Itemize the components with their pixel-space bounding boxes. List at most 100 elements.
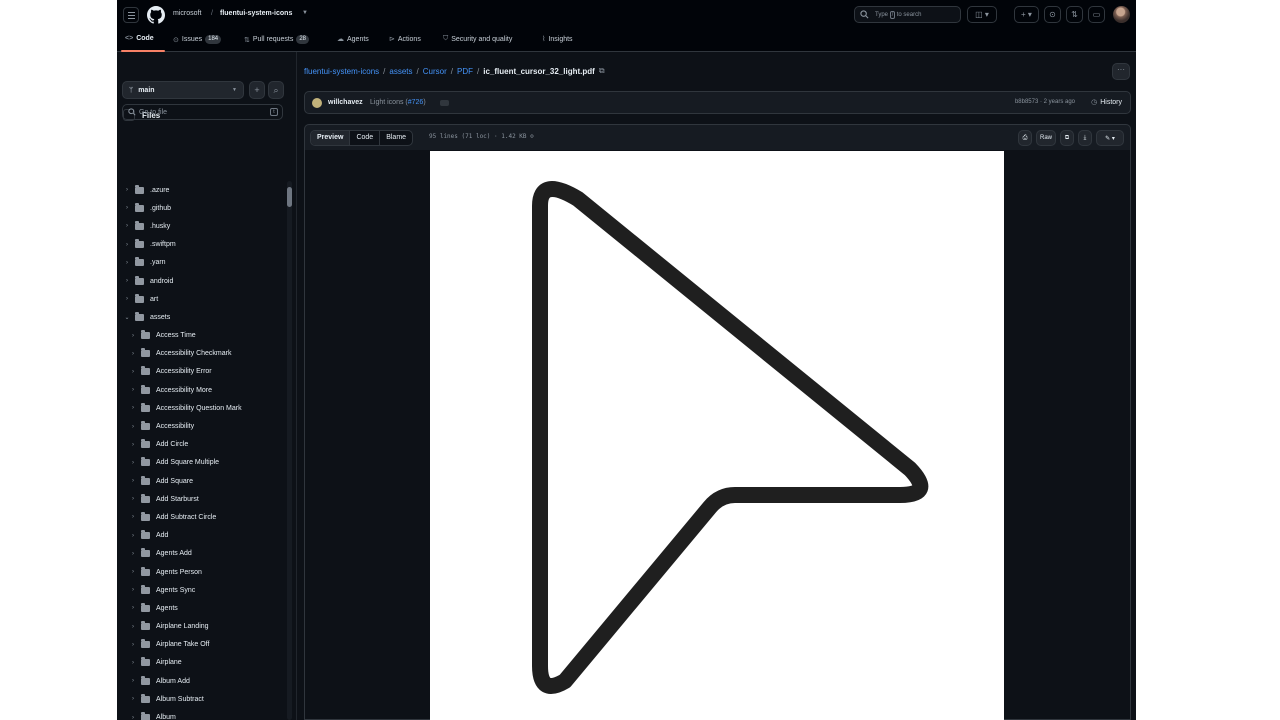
- chevron-right-icon[interactable]: ›: [123, 242, 131, 248]
- chevron-right-icon[interactable]: ›: [129, 351, 137, 357]
- tree-item[interactable]: › Airplane Landing: [117, 618, 287, 636]
- chevron-right-icon[interactable]: ›: [123, 296, 131, 302]
- copy-raw-button[interactable]: ⧉: [1060, 130, 1074, 146]
- chevron-right-icon[interactable]: ›: [129, 442, 137, 448]
- owner-link[interactable]: microsoft: [173, 10, 201, 17]
- inbox-button[interactable]: ▭: [1088, 6, 1105, 23]
- tree-item[interactable]: › .yarn: [117, 254, 287, 272]
- chevron-right-icon[interactable]: ›: [129, 496, 137, 502]
- go-to-file-input[interactable]: Go to file t: [122, 104, 283, 120]
- chevron-right-icon[interactable]: ›: [129, 678, 137, 684]
- chevron-right-icon[interactable]: ›: [123, 187, 131, 193]
- chevron-right-icon[interactable]: ›: [129, 642, 137, 648]
- tree-item[interactable]: › Album Subtract: [117, 690, 287, 708]
- tree-item[interactable]: › Add Circle: [117, 436, 287, 454]
- chevron-right-icon[interactable]: ›: [129, 569, 137, 575]
- search-files-button[interactable]: ⌕: [268, 81, 284, 99]
- tree-item[interactable]: › Accessibility Error: [117, 363, 287, 381]
- add-file-button[interactable]: +: [249, 81, 265, 99]
- tree-item[interactable]: › Add: [117, 527, 287, 545]
- tree-item[interactable]: › android: [117, 272, 287, 290]
- more-options-button[interactable]: ···: [1112, 63, 1130, 80]
- edit-button[interactable]: ✎ ▾: [1096, 130, 1124, 146]
- tab-code-view[interactable]: Code: [350, 131, 381, 145]
- breadcrumb-assets[interactable]: assets: [389, 67, 412, 76]
- tab-issues[interactable]: ⊙ Issues 184: [173, 35, 222, 44]
- author-avatar[interactable]: [312, 98, 322, 108]
- create-new-button[interactable]: + ▾: [1014, 6, 1039, 23]
- tree-item[interactable]: › .swiftpm: [117, 236, 287, 254]
- tree-item[interactable]: › Accessibility Checkmark: [117, 345, 287, 363]
- scrollbar-thumb[interactable]: [287, 187, 292, 207]
- tree-item[interactable]: › Airplane Take Off: [117, 636, 287, 654]
- tree-item[interactable]: › Album Add: [117, 672, 287, 690]
- chevron-right-icon[interactable]: ›: [129, 624, 137, 630]
- history-button[interactable]: ◷ History: [1091, 98, 1122, 107]
- tab-security[interactable]: ⛉ Security and quality: [443, 35, 512, 43]
- pull-requests-button[interactable]: ⇅: [1066, 6, 1083, 23]
- tab-blame[interactable]: Blame: [380, 131, 412, 145]
- tree-item[interactable]: › Add Starburst: [117, 490, 287, 508]
- tree-item[interactable]: › .azure: [117, 181, 287, 199]
- repo-link[interactable]: fluentui-system-icons: [220, 10, 292, 17]
- tree-item[interactable]: › Agents Person: [117, 563, 287, 581]
- branch-selector[interactable]: ᛘ main ▼: [122, 81, 244, 99]
- tree-item[interactable]: › Agents: [117, 599, 287, 617]
- pull-request-link[interactable]: #726: [408, 99, 424, 106]
- chevron-right-icon[interactable]: ›: [129, 387, 137, 393]
- tree-item[interactable]: › Add Square Multiple: [117, 454, 287, 472]
- chevron-right-icon[interactable]: ›: [129, 405, 137, 411]
- tree-item[interactable]: › Airplane: [117, 654, 287, 672]
- chevron-right-icon[interactable]: ›: [129, 460, 137, 466]
- chevron-right-icon[interactable]: ›: [129, 605, 137, 611]
- ellipsis-icon[interactable]: [440, 100, 449, 106]
- chevron-right-icon[interactable]: ›: [129, 551, 137, 557]
- chevron-right-icon[interactable]: ›: [129, 333, 137, 339]
- chevron-right-icon[interactable]: ›: [123, 205, 131, 211]
- commit-meta[interactable]: b8b8573 · 2 years ago: [1015, 99, 1075, 105]
- chevron-right-icon[interactable]: ›: [129, 424, 137, 430]
- search-input[interactable]: Type / to search: [854, 6, 961, 23]
- chevron-right-icon[interactable]: ›: [123, 223, 131, 229]
- chevron-right-icon[interactable]: ›: [129, 715, 137, 720]
- tree-item[interactable]: › Accessibility Question Mark: [117, 399, 287, 417]
- tree-item[interactable]: › art: [117, 290, 287, 308]
- raw-button[interactable]: Raw: [1035, 130, 1056, 146]
- tab-code[interactable]: <> Code: [125, 35, 154, 42]
- print-button[interactable]: ⎙: [1017, 130, 1032, 146]
- breadcrumb-cursor[interactable]: Cursor: [423, 67, 447, 76]
- tree-item[interactable]: ⌄ assets: [117, 308, 287, 326]
- breadcrumb-pdf[interactable]: PDF: [457, 67, 473, 76]
- copilot-button[interactable]: ◫ ▾: [967, 6, 997, 23]
- user-avatar[interactable]: [1113, 6, 1130, 23]
- tree-item[interactable]: › Access Time: [117, 327, 287, 345]
- chevron-right-icon[interactable]: ›: [129, 660, 137, 666]
- tree-item[interactable]: › .husky: [117, 217, 287, 235]
- chevron-right-icon[interactable]: ›: [129, 587, 137, 593]
- chevron-right-icon[interactable]: ›: [129, 514, 137, 520]
- issues-button[interactable]: ⊙: [1044, 6, 1061, 23]
- tab-insights[interactable]: ⌇ Insights: [542, 35, 573, 44]
- tree-item[interactable]: › Add Subtract Circle: [117, 508, 287, 526]
- tab-pull-requests[interactable]: ⇅ Pull requests 28: [244, 35, 310, 44]
- commit-author[interactable]: willchavez: [328, 99, 363, 106]
- tree-item[interactable]: › Add Square: [117, 472, 287, 490]
- copy-icon[interactable]: ⧉: [599, 66, 605, 76]
- commit-message[interactable]: Light icons (#726): [370, 99, 426, 106]
- chevron-right-icon[interactable]: ›: [129, 478, 137, 484]
- tree-item[interactable]: › Agents Add: [117, 545, 287, 563]
- tree-item[interactable]: › .github: [117, 199, 287, 217]
- sidebar-scrollbar[interactable]: [287, 181, 292, 720]
- download-button[interactable]: ⤓: [1078, 130, 1092, 146]
- tab-preview[interactable]: Preview: [311, 131, 351, 145]
- tree-item[interactable]: › Accessibility: [117, 417, 287, 435]
- tree-item[interactable]: › Album: [117, 708, 287, 720]
- chevron-down-icon[interactable]: ⌄: [123, 314, 131, 321]
- tree-item[interactable]: › Accessibility More: [117, 381, 287, 399]
- info-icon[interactable]: ⊜: [530, 133, 534, 140]
- github-logo-icon[interactable]: [147, 6, 165, 24]
- breadcrumb-repo[interactable]: fluentui-system-icons: [304, 67, 379, 76]
- tab-agents[interactable]: ☁ Agents: [337, 35, 369, 44]
- chevron-down-icon[interactable]: ▼: [302, 10, 308, 16]
- chevron-right-icon[interactable]: ›: [129, 533, 137, 539]
